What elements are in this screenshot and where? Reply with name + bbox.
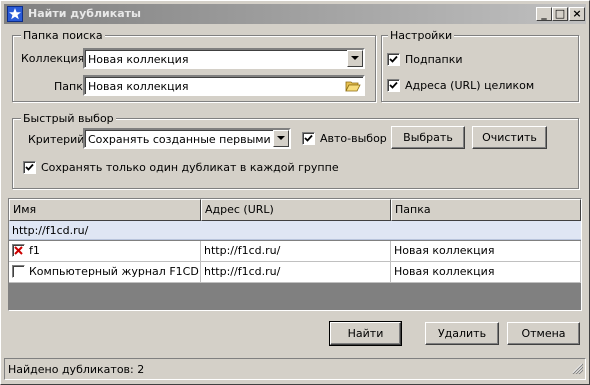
clear-button[interactable]: Очистить xyxy=(472,126,547,149)
close-button[interactable]: × xyxy=(569,7,585,21)
status-text: Найдено дубликатов: 2 xyxy=(8,363,145,376)
quick-select-legend: Быстрый выбор xyxy=(21,112,116,125)
column-header-folder[interactable]: Папка xyxy=(391,199,581,221)
check-icon xyxy=(304,134,313,142)
row-name-cell: f1 xyxy=(9,241,201,262)
folder-field[interactable]: Новая коллекция xyxy=(83,75,365,96)
table-row[interactable]: Компьютерный журнал F1CD http://f1cd.ru/… xyxy=(9,262,581,283)
collection-value: Новая коллекция xyxy=(88,53,189,66)
find-duplicates-window: Найти дубликаты _ □ × Папка поиска Колле… xyxy=(0,0,590,385)
folder-open-icon[interactable] xyxy=(345,78,361,94)
group-header-label: http://f1cd.ru/ xyxy=(12,224,89,237)
title-bar[interactable]: Найти дубликаты _ □ × xyxy=(4,4,586,24)
select-button[interactable]: Выбрать xyxy=(391,126,465,149)
keep-one-label: Сохранять только один дубликат в каждой … xyxy=(41,161,339,174)
row-folder: Новая коллекция xyxy=(391,241,581,262)
resize-grip-icon[interactable] xyxy=(571,362,584,377)
row-mark-checkbox[interactable] xyxy=(12,244,25,257)
collection-select[interactable]: Новая коллекция xyxy=(83,48,365,69)
auto-select-checkbox[interactable] xyxy=(302,132,315,145)
delete-button[interactable]: Удалить xyxy=(425,322,499,345)
group-header-row[interactable]: http://f1cd.ru/ xyxy=(9,221,581,240)
check-icon xyxy=(389,81,398,89)
column-header-url[interactable]: Адрес (URL) xyxy=(201,199,391,221)
folder-value: Новая коллекция xyxy=(88,80,189,93)
table-row[interactable]: f1 http://f1cd.ru/ Новая коллекция xyxy=(9,241,581,262)
chevron-down-icon[interactable] xyxy=(347,50,363,67)
row-name: f1 xyxy=(29,244,40,257)
subfolders-label: Подпапки xyxy=(405,53,463,66)
maximize-button[interactable]: □ xyxy=(552,7,568,21)
close-icon: × xyxy=(572,7,582,20)
row-name: Компьютерный журнал F1CD xyxy=(29,265,199,278)
maximize-icon: □ xyxy=(554,7,566,20)
row-mark-checkbox[interactable] xyxy=(12,265,25,278)
check-icon xyxy=(389,55,398,63)
minimize-button[interactable]: _ xyxy=(536,7,552,21)
minimize-icon: _ xyxy=(541,7,547,20)
x-mark-icon xyxy=(14,246,23,255)
status-bar: Найдено дубликатов: 2 xyxy=(4,358,586,380)
criterion-value: Сохранять созданные первыми xyxy=(88,133,271,146)
cancel-button[interactable]: Отмена xyxy=(507,322,580,345)
row-folder: Новая коллекция xyxy=(391,262,581,283)
full-url-checkbox[interactable] xyxy=(387,79,400,92)
settings-legend: Настройки xyxy=(388,29,455,42)
row-name-cell: Компьютерный журнал F1CD xyxy=(9,262,201,283)
auto-select-label: Авто-выбор xyxy=(320,132,387,145)
duplicates-list[interactable]: Имя Адрес (URL) Папка http://f1cd.ru/ f1… xyxy=(8,198,582,311)
check-icon xyxy=(25,163,34,171)
subfolders-checkbox[interactable] xyxy=(387,53,400,66)
column-header-name[interactable]: Имя xyxy=(9,199,201,221)
find-button[interactable]: Найти xyxy=(329,321,402,346)
window-title: Найти дубликаты xyxy=(28,7,141,20)
criterion-select[interactable]: Сохранять созданные первыми xyxy=(83,128,291,149)
star-icon xyxy=(7,6,23,22)
keep-one-checkbox[interactable] xyxy=(23,161,36,174)
collection-label: Коллекция xyxy=(21,52,85,65)
criterion-label: Критерий xyxy=(28,133,85,146)
row-url: http://f1cd.ru/ xyxy=(201,262,391,283)
row-url: http://f1cd.ru/ xyxy=(201,241,391,262)
search-folder-legend: Папка поиска xyxy=(21,29,105,42)
chevron-down-icon[interactable] xyxy=(273,130,289,147)
full-url-label: Адреса (URL) целиком xyxy=(405,79,535,92)
